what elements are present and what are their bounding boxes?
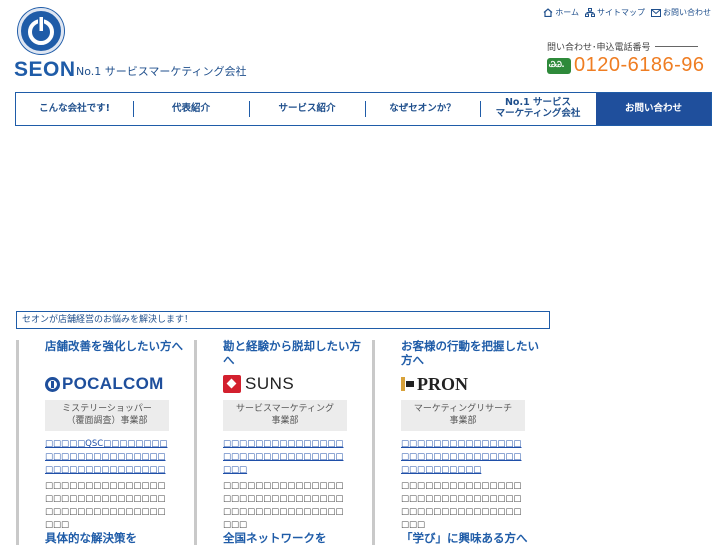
utility-home-link[interactable]: ホーム bbox=[543, 7, 579, 18]
utility-home-label: ホーム bbox=[555, 8, 579, 17]
service-link[interactable]: □□□□□□□□□□□□□□□□□□□□□□□□□□□□□□□□□□□□□□□□ bbox=[401, 438, 529, 477]
nav-services[interactable]: サービス紹介 bbox=[249, 93, 365, 125]
phone-row[interactable]: ᏊᏊ. 0120-6186-96 bbox=[547, 54, 705, 77]
pron-logo[interactable]: PRON bbox=[401, 373, 542, 395]
brand-name: SEON bbox=[14, 58, 76, 81]
service-dept: サービスマーケティング 事業部 bbox=[223, 400, 347, 431]
utility-sitemap-link[interactable]: サイトマップ bbox=[585, 7, 645, 18]
utility-nav: ホーム サイトマップ お問い合わせ bbox=[543, 7, 711, 18]
service-heading: 具体的な解決策を bbox=[45, 531, 137, 545]
service-description: □□□□□□□□□□□□□□□□□□□□□□□□□□□□□□□□□□□□□□□□… bbox=[223, 481, 344, 530]
sitemap-icon bbox=[585, 8, 595, 17]
service-card-row2-2: 全国ネットワークを bbox=[194, 531, 364, 545]
service-card-row2-1: 具体的な解決策を bbox=[16, 531, 186, 545]
phone-label-text: 問い合わせ･申込電話番号 bbox=[547, 43, 651, 53]
service-heading: 全国ネットワークを bbox=[223, 531, 327, 545]
service-link[interactable]: □□□□□□□□□□□□□□□□□□□□□□□□□□□□□□□□□ bbox=[223, 438, 351, 477]
phone-number: 0120-6186-96 bbox=[574, 54, 705, 76]
phone-label-rule bbox=[654, 46, 698, 47]
pocalcom-logo-text: POCALCOM bbox=[62, 374, 164, 393]
service-card-suns: 勘と経験から脱却したい方へ SUNS サービスマーケティング 事業部 □□□□□… bbox=[194, 339, 364, 532]
nav-representative[interactable]: 代表紹介 bbox=[133, 93, 249, 125]
service-link[interactable]: □□□□□QSC□□□□□□□□□□□□□□□□□□□□□□□□□□□□□□□□… bbox=[45, 438, 173, 477]
suns-logo[interactable]: SUNS bbox=[223, 373, 364, 395]
home-icon bbox=[543, 8, 553, 17]
nav-why-seon[interactable]: なぜセオンか？ bbox=[365, 93, 480, 125]
service-description: □□□□□□□□□□□□□□□□□□□□□□□□□□□□□□□□□□□□□□□□… bbox=[401, 481, 522, 530]
service-card-pron: お客様の行動を把握したい方へ PRON マーケティングリサーチ 事業部 □□□□… bbox=[372, 339, 542, 532]
service-card-pocalcom: 店舗改善を強化したい方へ POCALCOM ミステリーショッパー （覆面調査）事… bbox=[16, 339, 186, 532]
utility-contact-label: お問い合わせ bbox=[663, 8, 711, 17]
pocalcom-mark-icon bbox=[45, 376, 60, 392]
free-dial-icon: ᏊᏊ. bbox=[547, 57, 571, 74]
nav-no1-service-marketing[interactable]: No.1 サービス マーケティング会社 bbox=[480, 93, 596, 125]
pocalcom-logo[interactable]: POCALCOM bbox=[45, 373, 186, 395]
utility-contact-link[interactable]: お問い合わせ bbox=[651, 7, 711, 18]
mail-icon bbox=[651, 8, 661, 17]
suns-mark-icon bbox=[223, 375, 241, 393]
suns-logo-text: SUNS bbox=[245, 374, 295, 393]
brand-tagline: No.1 サービスマーケティング会社 bbox=[76, 65, 247, 78]
service-heading: 店舗改善を強化したい方へ bbox=[45, 339, 183, 353]
service-dept: マーケティングリサーチ 事業部 bbox=[401, 400, 525, 431]
service-heading: お客様の行動を把握したい方へ bbox=[401, 339, 539, 367]
service-heading: 「学び」に興味ある方へ bbox=[401, 531, 528, 545]
site-logo[interactable]: SEON No.1 サービスマーケティング会社 bbox=[14, 6, 264, 81]
service-dept: ミステリーショッパー （覆面調査）事業部 bbox=[45, 400, 169, 431]
nav-contact[interactable]: お問い合わせ bbox=[596, 93, 711, 125]
intro-banner: セオンが店舗経営のお悩みを解決します！ bbox=[16, 311, 550, 329]
pron-logo-text: PRON bbox=[417, 373, 468, 394]
utility-sitemap-label: サイトマップ bbox=[597, 8, 645, 17]
service-description: □□□□□□□□□□□□□□□□□□□□□□□□□□□□□□□□□□□□□□□□… bbox=[45, 481, 166, 530]
service-card-row2-3: 「学び」に興味ある方へ bbox=[372, 531, 542, 545]
service-heading: 勘と経験から脱却したい方へ bbox=[223, 339, 361, 367]
pron-mark-icon bbox=[401, 377, 415, 391]
global-nav: こんな会社です! 代表紹介 サービス紹介 なぜセオンか？ No.1 サービス マ… bbox=[15, 92, 712, 126]
phone-label: 問い合わせ･申込電話番号 bbox=[547, 40, 698, 53]
power-logo-icon bbox=[18, 8, 64, 54]
free-dial-badge: ᏊᏊ. bbox=[549, 59, 565, 69]
nav-about-company[interactable]: こんな会社です! bbox=[16, 93, 133, 125]
